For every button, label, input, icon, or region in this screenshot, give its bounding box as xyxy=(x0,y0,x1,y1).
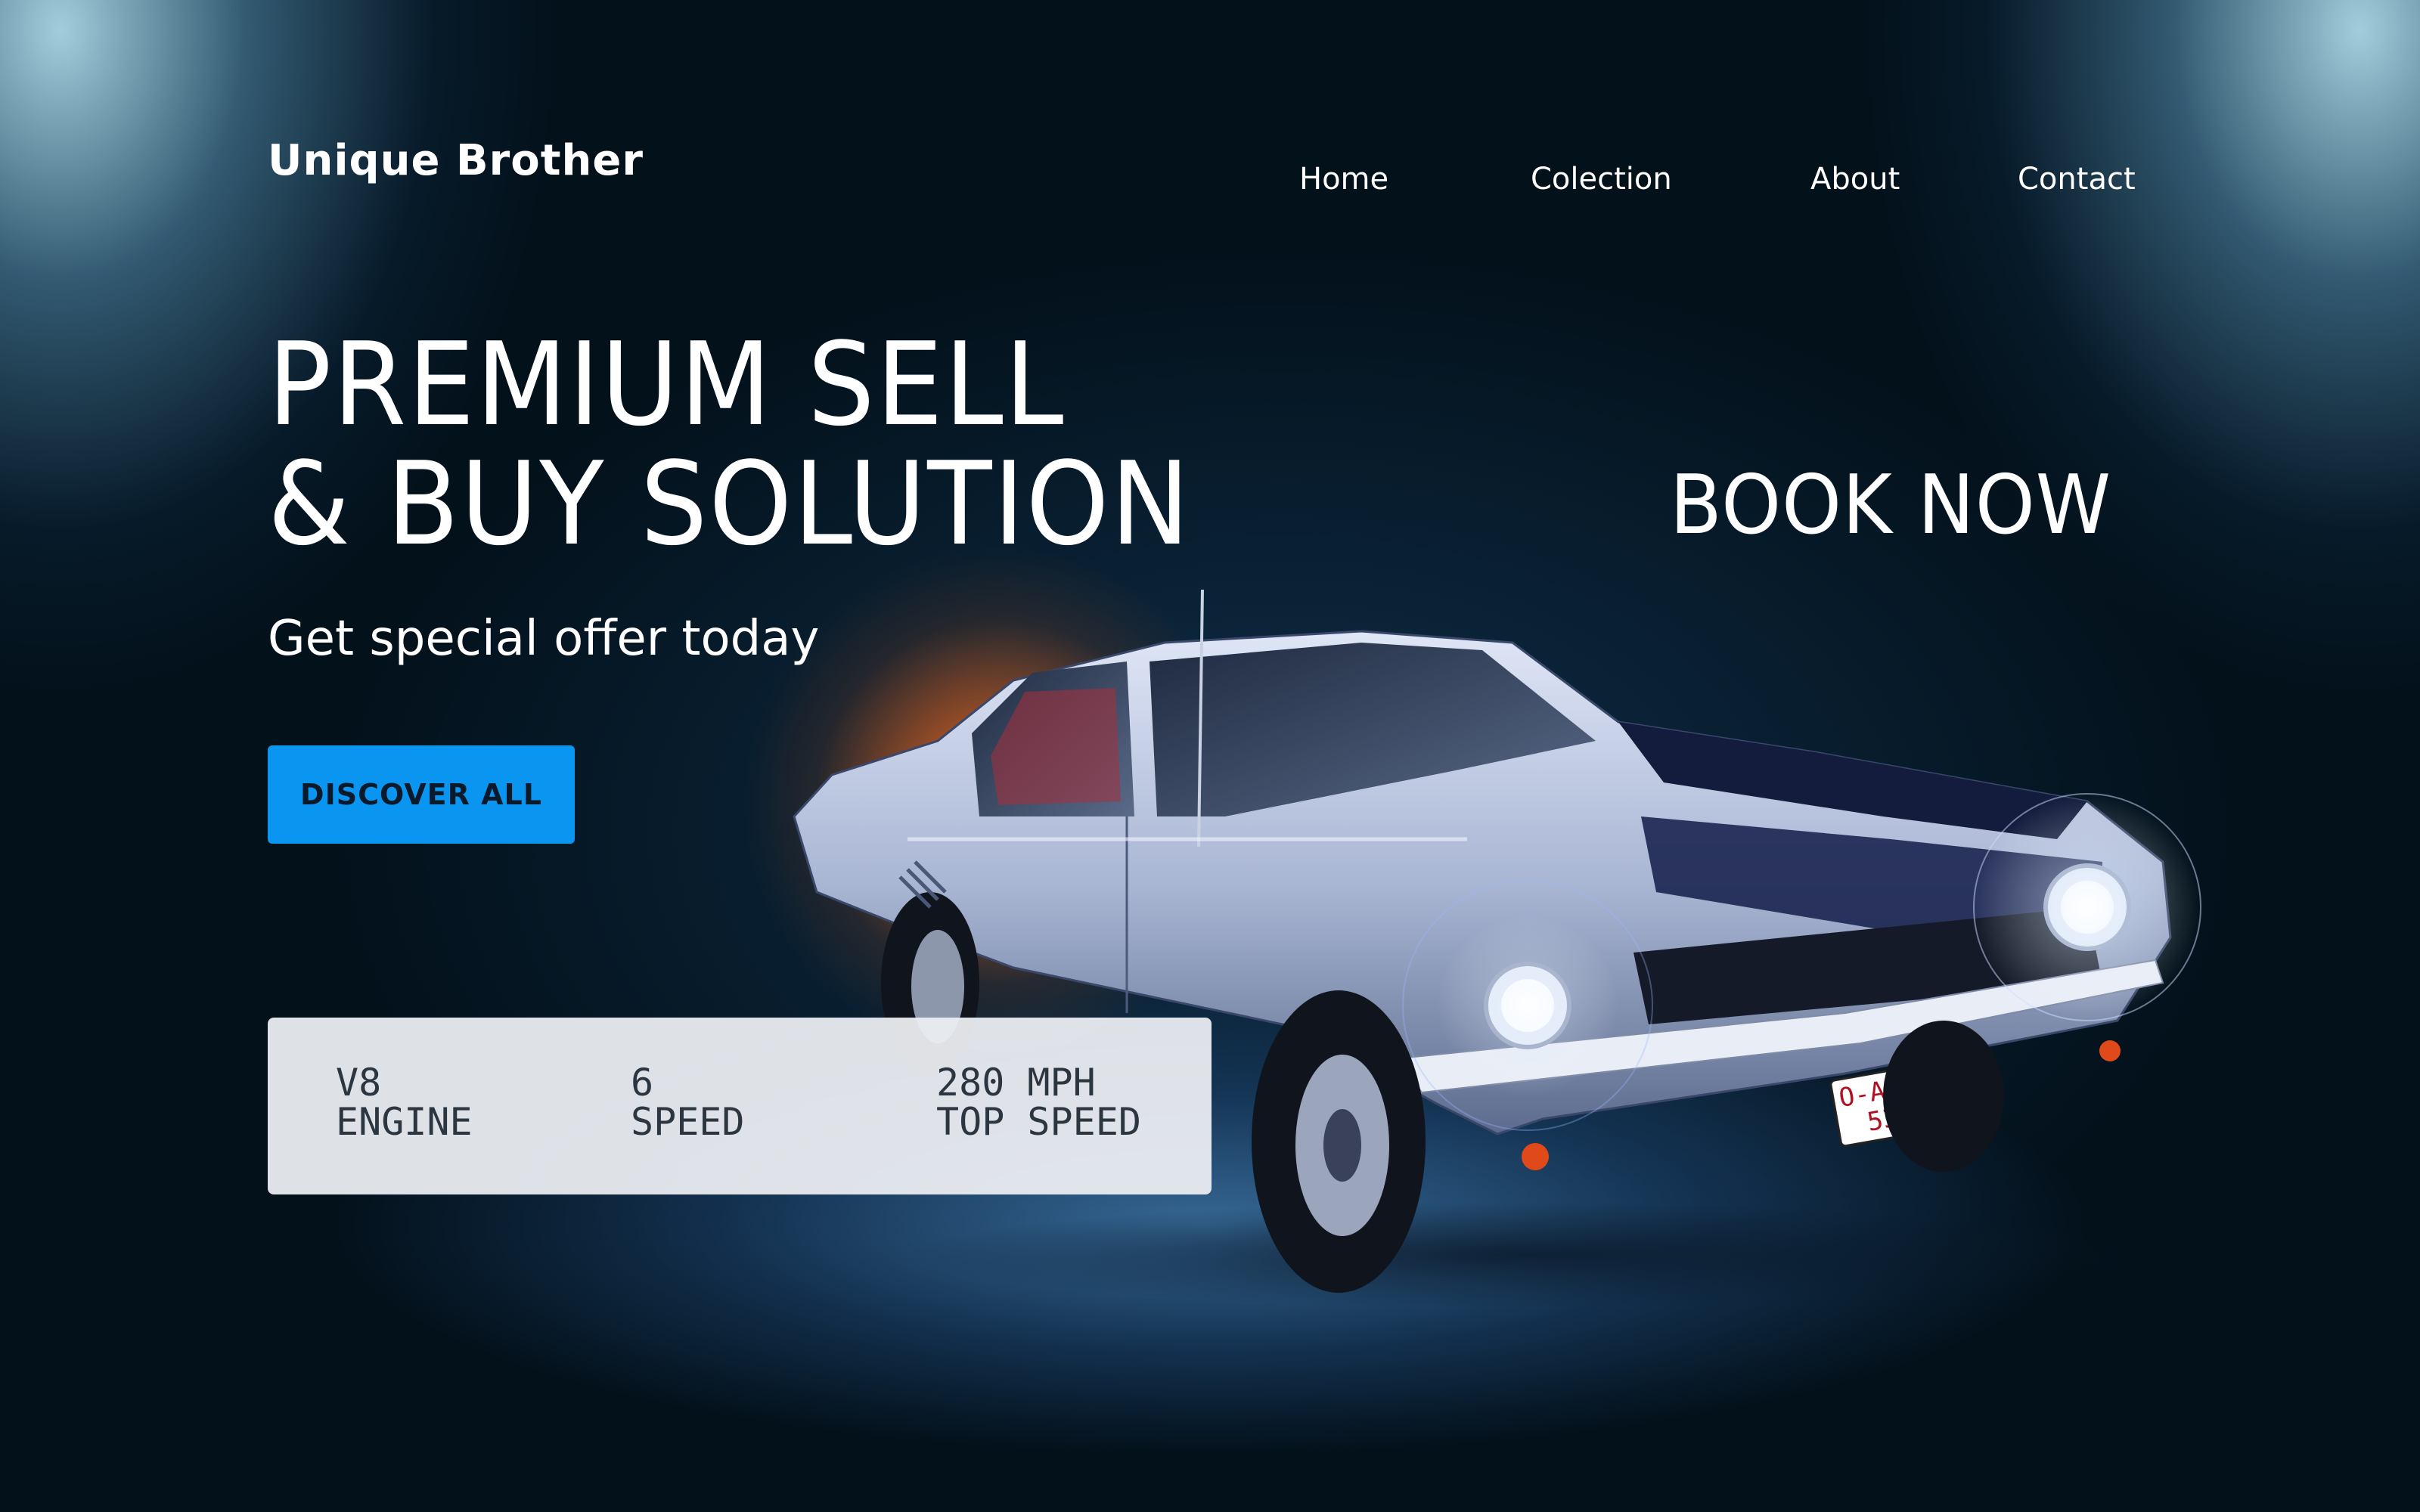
spec-speed: 6 SPEED xyxy=(631,1063,745,1142)
nav-item-about[interactable]: About xyxy=(1810,162,1900,197)
nav-item-home[interactable]: Home xyxy=(1299,162,1388,197)
spec-engine: V8 ENGINE xyxy=(336,1063,473,1142)
spec-value: 6 xyxy=(631,1061,654,1105)
nav-item-contact[interactable]: Contact xyxy=(2018,162,2136,197)
car-image: O-AZB 530 xyxy=(793,590,2201,1308)
discover-all-button[interactable]: DISCOVER ALL xyxy=(268,745,575,844)
spec-value: 280 MPH xyxy=(936,1061,1096,1105)
spec-top-speed: 280 MPH TOP SPEED xyxy=(936,1063,1141,1142)
hero-subtitle: Get special offer today xyxy=(268,611,820,667)
spec-label: SPEED xyxy=(631,1100,745,1144)
spec-label: ENGINE xyxy=(336,1100,473,1144)
spec-label: TOP SPEED xyxy=(936,1100,1141,1144)
book-now-link[interactable]: BOOK NOW xyxy=(1670,458,2111,553)
spec-card: V8 ENGINE 6 SPEED 280 MPH TOP SPEED xyxy=(268,1018,1212,1194)
hero-headline: PREMIUM SELL & BUY SOLUTION xyxy=(268,325,1191,564)
headline-line1: PREMIUM SELL xyxy=(268,318,1066,451)
nav-item-colection[interactable]: Colection xyxy=(1531,162,1672,197)
headline-line2: & BUY SOLUTION xyxy=(268,437,1191,571)
main-nav: Home Colection About Contact xyxy=(0,162,2420,207)
spec-value: V8 xyxy=(336,1061,382,1105)
